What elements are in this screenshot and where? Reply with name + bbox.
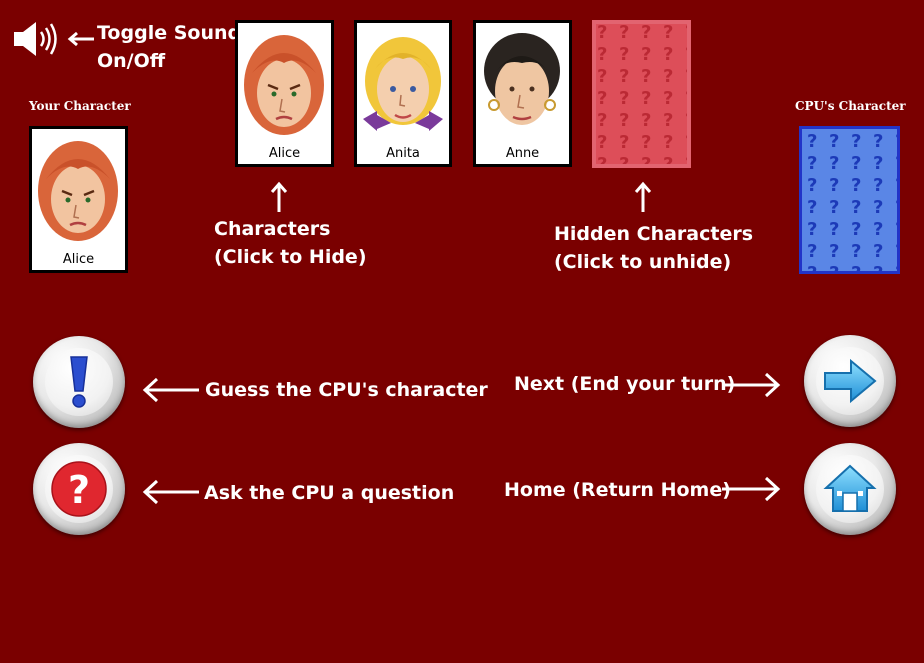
next-hint-arrow <box>722 372 781 398</box>
hidden-hint-line2: (Click to unhide) <box>554 251 732 273</box>
character-name-anita: Anita <box>386 146 420 161</box>
hidden-characters-hint-label: Hidden Characters (Click to unhide) <box>554 220 753 276</box>
character-card-anne[interactable]: Anne <box>473 20 572 167</box>
home-hint-label: Home (Return Home) <box>504 479 731 501</box>
sound-hint-label: Toggle Sound On/Off <box>97 19 241 75</box>
sound-label-line1: Toggle Sound <box>97 22 242 44</box>
guess-button-face[interactable] <box>45 348 113 416</box>
characters-hint-arrow <box>270 181 288 212</box>
next-button-face[interactable] <box>816 347 884 415</box>
sound-label-line2: On/Off <box>97 50 166 72</box>
character-name-alice: Alice <box>268 146 301 161</box>
sound-hint-arrow <box>67 31 94 47</box>
black-hair-face-image <box>484 33 560 125</box>
guess-hint-label: Guess the CPU's character <box>205 379 488 401</box>
cpu-character-card: ? <box>799 126 900 274</box>
ask-button-face[interactable]: ? <box>45 455 113 523</box>
character-name-anne: Anne <box>505 146 540 161</box>
guess-hint-arrow <box>142 377 199 403</box>
hidden-hint-line1: Hidden Characters <box>554 223 754 245</box>
character-card-anita[interactable]: Anita <box>354 20 452 167</box>
exclamation-icon[interactable] <box>59 353 99 411</box>
question-pattern-card-back: ? <box>592 20 691 168</box>
ask-hint-label: Ask the CPU a question <box>204 482 455 504</box>
characters-hint-line2: (Click to Hide) <box>214 246 367 268</box>
question-pattern-card-back: ? <box>802 129 897 271</box>
home-icon[interactable] <box>823 463 877 515</box>
guess-button[interactable] <box>33 336 125 428</box>
sound-toggle-button[interactable] <box>12 19 62 59</box>
ask-hint-arrow <box>142 479 199 505</box>
blonde-hair-face-image <box>363 37 443 131</box>
characters-hint-label: Characters (Click to Hide) <box>214 215 367 271</box>
next-turn-button[interactable] <box>804 335 896 427</box>
red-hair-face-image <box>244 35 324 135</box>
cpu-character-heading: CPU's Character <box>795 99 906 113</box>
speaker-icon[interactable] <box>12 19 62 59</box>
home-button-face[interactable] <box>816 455 884 523</box>
red-hair-face-image <box>38 141 118 241</box>
character-card-alice[interactable]: Alice <box>235 20 334 167</box>
next-hint-label: Next (End your turn) <box>514 373 736 395</box>
characters-hint-line1: Characters <box>214 218 331 240</box>
ask-question-button[interactable]: ? <box>33 443 125 535</box>
your-character-heading: Your Character <box>29 99 131 113</box>
home-hint-arrow <box>722 476 781 502</box>
svg-text:?: ? <box>68 468 90 512</box>
arrow-right-icon[interactable] <box>821 355 879 407</box>
home-button[interactable] <box>804 443 896 535</box>
your-character-card: Alice <box>29 126 128 273</box>
question-mark-icon[interactable]: ? <box>49 459 109 519</box>
your-character-name: Alice <box>62 252 95 267</box>
hidden-character-card[interactable]: ? <box>592 20 691 168</box>
hidden-characters-hint-arrow <box>634 181 652 212</box>
